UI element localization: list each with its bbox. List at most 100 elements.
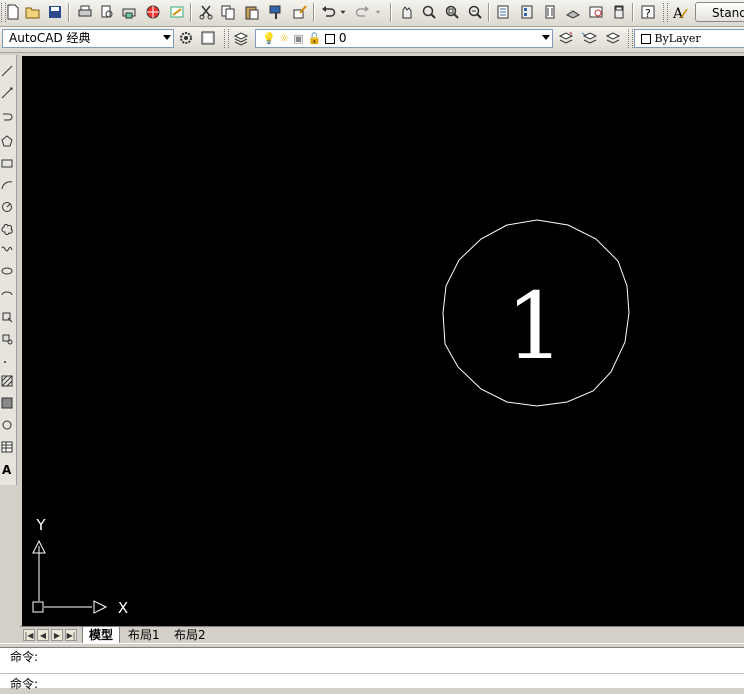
save-icon[interactable] <box>46 3 64 21</box>
new-file-icon[interactable] <box>4 3 22 21</box>
layer-combo-value: 0 <box>338 31 347 45</box>
line-icon[interactable] <box>0 61 14 81</box>
previous-tab-icon[interactable]: ◀ <box>37 629 49 641</box>
hatch-icon[interactable] <box>0 371 14 391</box>
workspace-button[interactable]: Stand <box>695 2 744 22</box>
ellipse-icon[interactable] <box>0 261 14 281</box>
first-tab-icon[interactable]: |◀ <box>23 629 35 641</box>
sun-icon: ☼ <box>279 32 290 45</box>
clean-screen-icon[interactable] <box>199 29 217 47</box>
chevron-down-icon[interactable] <box>542 35 550 40</box>
command-input[interactable]: 命令: <box>0 673 744 691</box>
copy-icon[interactable] <box>219 3 237 21</box>
revision-cloud-icon[interactable] <box>0 219 14 239</box>
zoom-window-icon[interactable] <box>443 3 461 21</box>
redo-dropdown-icon[interactable] <box>373 3 383 21</box>
svg-text:A: A <box>672 6 684 20</box>
text-style-icon[interactable]: A <box>671 3 689 21</box>
spline-icon[interactable] <box>0 239 14 259</box>
redo-icon[interactable] <box>354 3 372 21</box>
arc-icon[interactable] <box>0 175 14 195</box>
command-history: 命令: <box>0 647 744 673</box>
freeze-viewport-icon: ▣ <box>293 32 304 45</box>
cut-icon[interactable] <box>197 3 215 21</box>
zoom-realtime-icon[interactable] <box>420 3 438 21</box>
match-properties-icon[interactable] <box>267 3 285 21</box>
workspace-combo[interactable]: AutoCAD 经典 <box>2 29 174 48</box>
markup-set-icon[interactable] <box>587 3 605 21</box>
rectangle-icon[interactable] <box>0 153 14 173</box>
toolbar-grip[interactable] <box>224 29 229 48</box>
design-center-icon[interactable] <box>518 3 536 21</box>
pan-icon[interactable] <box>397 3 415 21</box>
etransmit-icon[interactable] <box>168 3 186 21</box>
drawing-canvas[interactable]: 1 Y X <box>22 56 744 626</box>
next-tab-icon[interactable]: ▶ <box>51 629 63 641</box>
workspace-combo-value: AutoCAD 经典 <box>9 31 91 45</box>
polyline-icon[interactable] <box>0 107 14 127</box>
lock-icon: 🔓 <box>307 32 322 45</box>
color-combo-value: ByLayer <box>654 32 701 45</box>
separator <box>632 3 634 22</box>
separator <box>313 3 315 22</box>
point-icon[interactable] <box>0 349 14 369</box>
sheet-set-icon[interactable] <box>564 3 582 21</box>
polygon-icon[interactable] <box>0 131 14 151</box>
gradient-icon[interactable] <box>0 393 14 413</box>
publish-icon[interactable] <box>120 3 138 21</box>
separator <box>390 3 392 22</box>
color-swatch-icon <box>325 33 335 44</box>
construction-line-icon[interactable] <box>0 83 14 103</box>
workspace-settings-icon[interactable] <box>177 29 195 47</box>
color-swatch-icon <box>641 34 651 44</box>
make-layer-current-icon[interactable] <box>557 29 575 47</box>
paste-icon[interactable] <box>243 3 261 21</box>
undo-icon[interactable] <box>319 3 337 21</box>
table-icon[interactable] <box>0 437 14 457</box>
insert-block-icon[interactable] <box>0 307 14 327</box>
ellipse-arc-icon[interactable] <box>0 285 14 305</box>
circle-number-text[interactable]: 1 <box>506 273 565 380</box>
color-combo[interactable]: ByLayer <box>634 29 744 48</box>
chevron-down-icon[interactable] <box>163 35 171 40</box>
circle-icon[interactable] <box>0 197 14 217</box>
separator <box>68 3 70 22</box>
calculator-icon[interactable] <box>610 3 628 21</box>
command-history-line: 命令: <box>10 650 39 664</box>
svg-text:A: A <box>2 463 12 475</box>
ucs-x-arrow <box>93 600 108 614</box>
toolbar-grip[interactable] <box>628 29 633 48</box>
last-tab-icon[interactable]: ▶| <box>65 629 77 641</box>
svg-text:?: ? <box>645 7 651 20</box>
region-icon[interactable] <box>0 415 14 435</box>
separator <box>190 3 192 22</box>
open-file-icon[interactable] <box>24 3 42 21</box>
separator <box>488 3 490 22</box>
ucs-y-label: Y <box>35 516 46 534</box>
standard-toolbar: ? A Stand <box>0 0 744 27</box>
print-preview-icon[interactable] <box>98 3 116 21</box>
light-bulb-icon: 💡 <box>262 32 276 45</box>
help-icon[interactable]: ? <box>639 3 657 21</box>
ucs-icon: Y X <box>32 516 128 617</box>
make-block-icon[interactable] <box>0 329 14 349</box>
draw-toolbar: A <box>0 55 17 485</box>
left-panel-background <box>0 485 16 625</box>
layer-previous-icon[interactable] <box>580 29 598 47</box>
tab-model[interactable]: 模型 <box>82 627 121 644</box>
layer-combo[interactable]: 💡 ☼ ▣ 🔓 0 <box>255 29 553 48</box>
3d-dwf-icon[interactable] <box>144 3 162 21</box>
properties-icon[interactable] <box>494 3 512 21</box>
ucs-x-label: X <box>118 599 128 617</box>
toolbar-grip[interactable] <box>663 3 668 22</box>
block-editor-icon[interactable] <box>291 3 309 21</box>
multiline-text-icon[interactable]: A <box>0 459 14 479</box>
layer-manager-icon[interactable] <box>232 29 250 47</box>
zoom-previous-icon[interactable] <box>466 3 484 21</box>
print-icon[interactable] <box>76 3 94 21</box>
tool-palettes-icon[interactable] <box>541 3 559 21</box>
layer-state-icon[interactable] <box>604 29 622 47</box>
tab-layout2[interactable]: 布局2 <box>168 627 212 643</box>
tab-layout1[interactable]: 布局1 <box>122 627 166 643</box>
undo-dropdown-icon[interactable] <box>338 3 348 21</box>
